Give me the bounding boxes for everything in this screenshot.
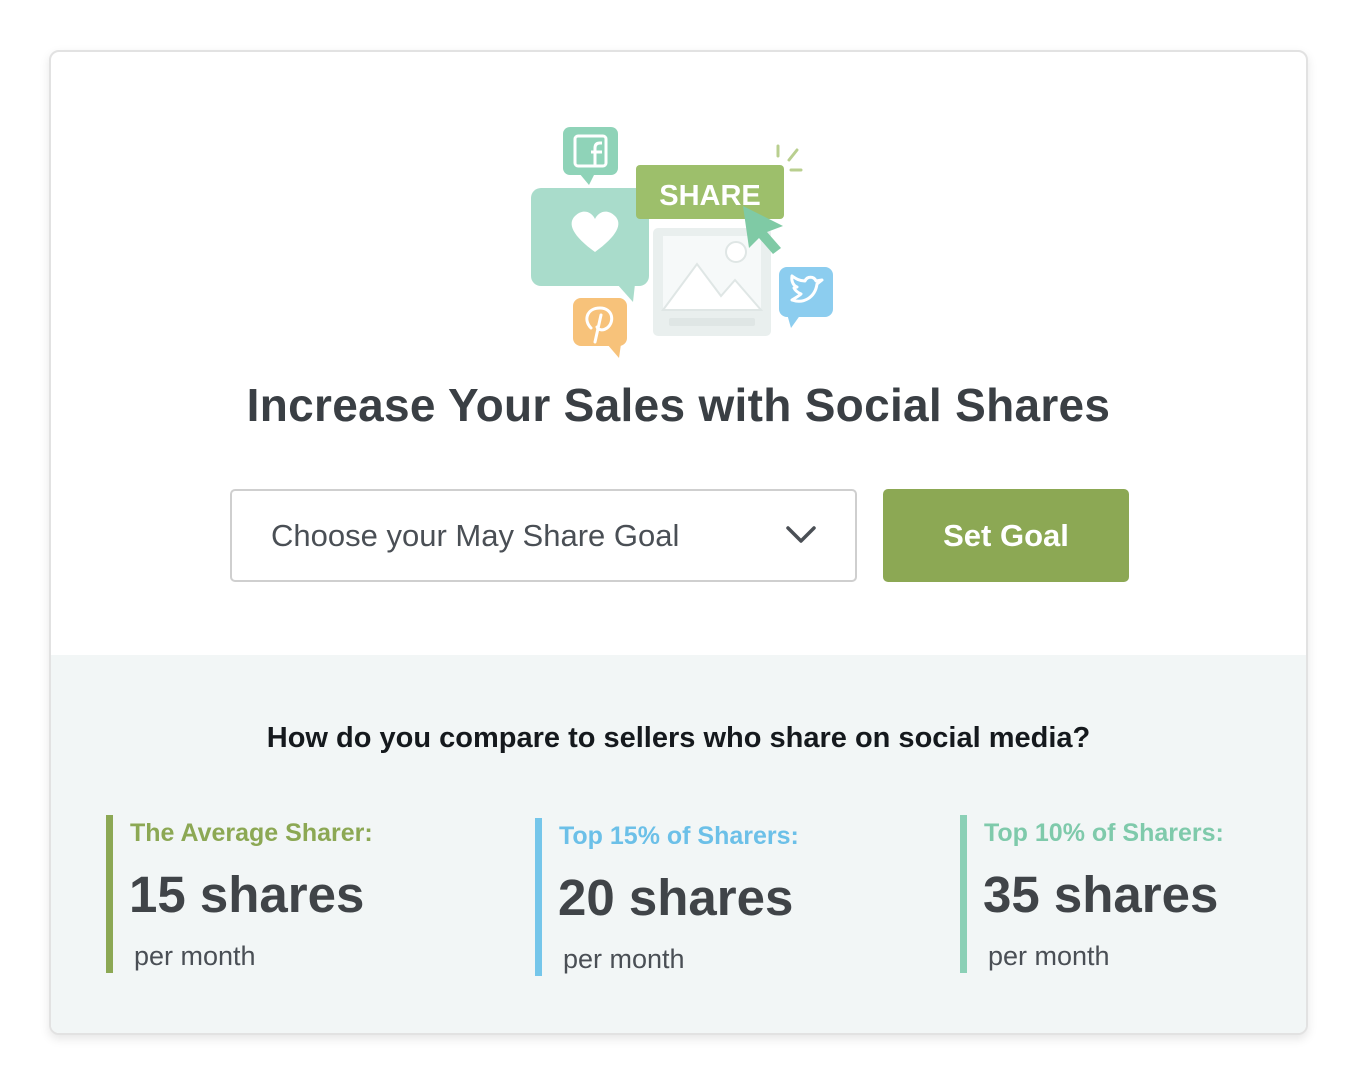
share-badge-label: SHARE: [659, 180, 761, 212]
stat-unit: per month: [134, 941, 256, 971]
page-title: Increase Your Sales with Social Shares: [246, 379, 1111, 431]
stat-value: 15 shares: [129, 866, 365, 923]
stat-unit: per month: [563, 944, 685, 974]
comparison-panel: How do you compare to sellers who share …: [51, 655, 1306, 1033]
stat-value: 20 shares: [558, 869, 794, 926]
comparison-question: How do you compare to sellers who share …: [266, 722, 1091, 754]
heart-icon: [531, 188, 649, 302]
twitter-icon: [779, 267, 833, 328]
stat-label: Top 15% of Sharers:: [559, 822, 799, 850]
stat-unit: per month: [988, 941, 1110, 971]
pinterest-icon: [573, 298, 627, 358]
stat-average-sharer: The Average Sharer: 15 shares per month: [106, 815, 406, 973]
share-goal-dropdown-value: Choose your May Share Goal: [271, 518, 680, 553]
stat-top-15-percent: Top 15% of Sharers: 20 shares per month: [535, 818, 835, 976]
social-share-illustration: SHARE: [531, 127, 833, 358]
stat-label: The Average Sharer:: [130, 819, 373, 847]
set-goal-button[interactable]: Set Goal: [883, 489, 1129, 582]
stat-label: Top 10% of Sharers:: [984, 819, 1224, 847]
stat-top-10-percent: Top 10% of Sharers: 35 shares per month: [960, 815, 1260, 973]
chevron-down-icon: [786, 526, 816, 543]
share-goal-dropdown[interactable]: Choose your May Share Goal: [230, 489, 857, 582]
share-badge: SHARE: [636, 165, 784, 219]
share-goal-card: SHARE Increase Your Sales with Social Sh…: [49, 50, 1308, 1035]
stat-value: 35 shares: [983, 866, 1219, 923]
image-icon: [653, 228, 771, 336]
facebook-icon: [563, 127, 618, 185]
